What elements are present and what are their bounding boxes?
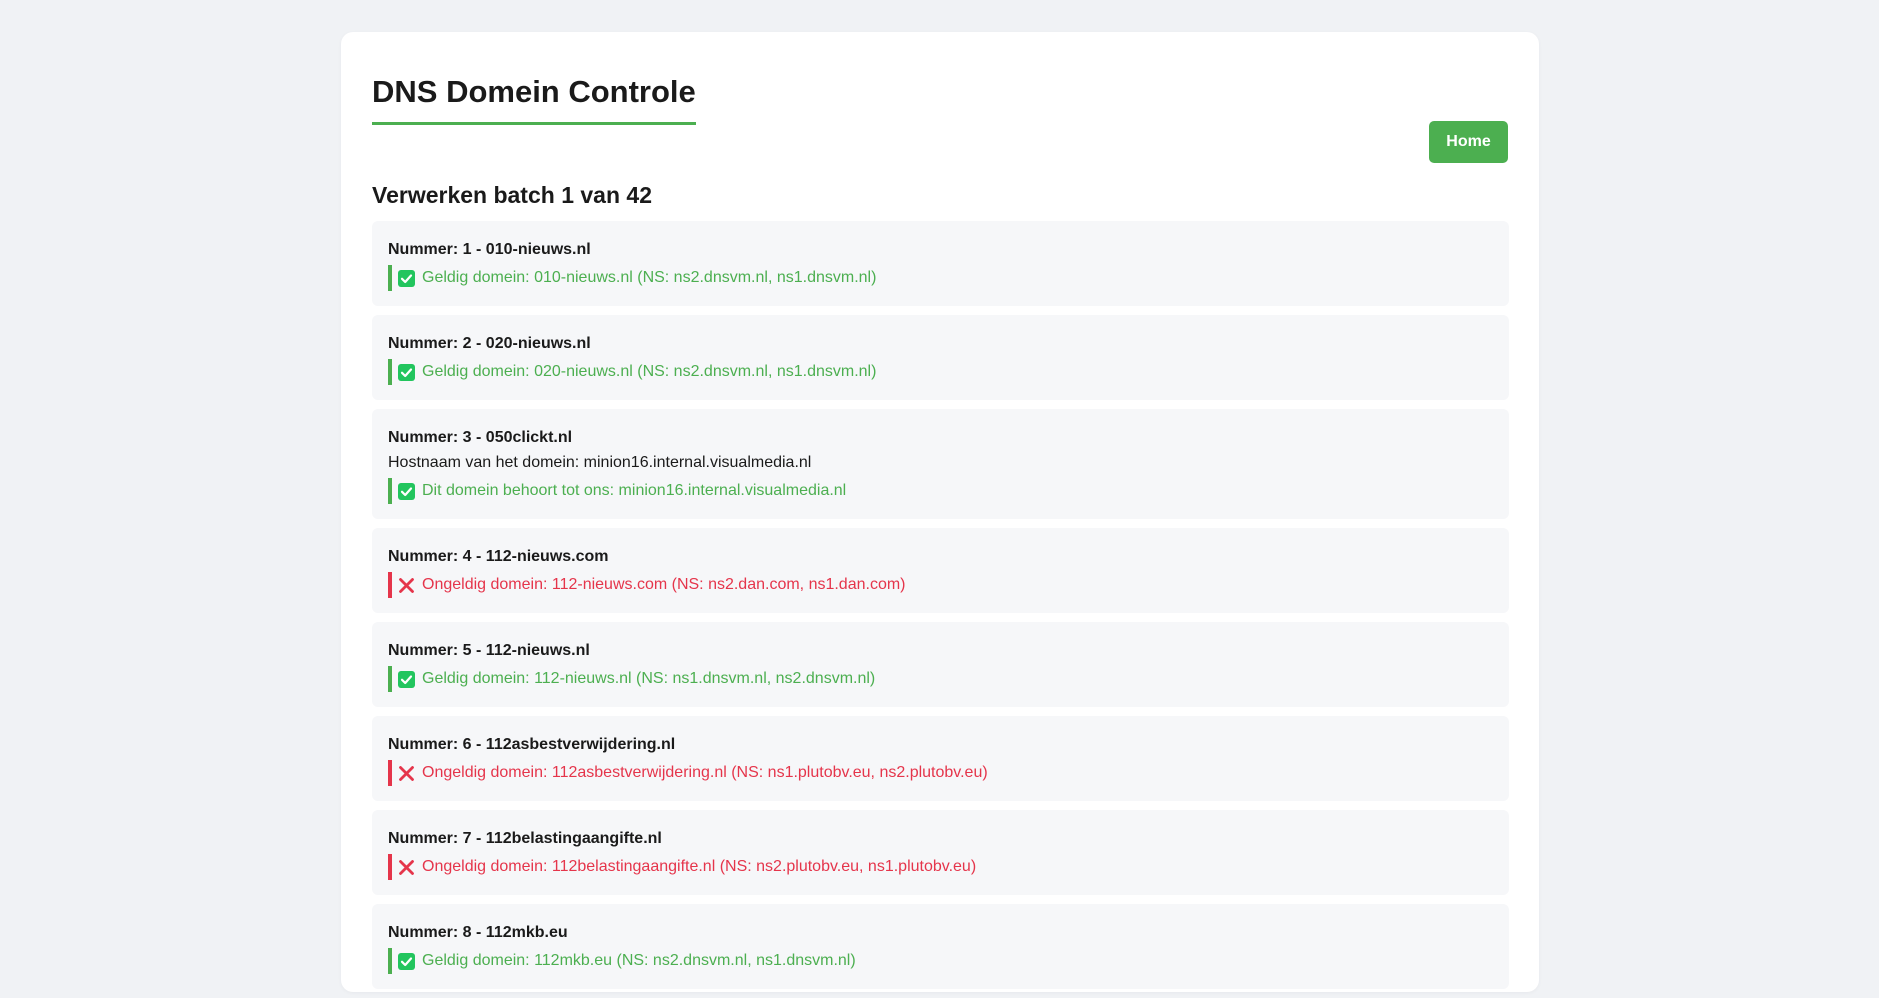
home-button[interactable]: Home [1429,121,1508,163]
domain-item-title: Nummer: 5 - 112-nieuws.nl [388,642,590,659]
invalid-domain-result: Ongeldig domein: 112belastingaangifte.nl… [388,854,1493,880]
domain-result-item: Nummer: 3 - 050clickt.nl Hostnaam van het… [372,409,1509,519]
valid-domain-result: Geldig domein: 010-nieuws.nl (NS: ns2.dn… [388,265,1493,291]
domain-result-item: Nummer: 5 - 112-nieuws.nl Geldig domein: … [372,622,1509,707]
domain-item-title: Nummer: 1 - 010-nieuws.nl [388,241,591,258]
page-header: DNS Domein Controle Home [372,72,1508,163]
domain-item-title: Nummer: 7 - 112belastingaangifte.nl [388,830,662,847]
domain-result-item: Nummer: 2 - 020-nieuws.nl Geldig domein: … [372,315,1509,400]
domain-result-message: Geldig domein: 020-nieuws.nl (NS: ns2.dn… [422,363,877,380]
domain-result-message: Ongeldig domein: 112asbestverwijdering.n… [422,764,988,781]
check-icon [398,952,415,970]
domain-result-item: Nummer: 4 - 112-nieuws.com Ongeldig domei… [372,528,1509,613]
invalid-domain-result: Ongeldig domein: 112-nieuws.com (NS: ns2… [388,572,1493,598]
check-icon [398,269,415,287]
check-icon [398,670,415,688]
main-card: DNS Domein Controle Home Verwerken batch… [341,32,1539,992]
domain-item-title: Nummer: 4 - 112-nieuws.com [388,548,609,565]
valid-domain-result: Geldig domein: 112-nieuws.nl (NS: ns1.dn… [388,666,1493,692]
domain-item-title: Nummer: 8 - 112mkb.eu [388,924,568,941]
invalid-domain-result: Ongeldig domein: 112asbestverwijdering.n… [388,760,1493,786]
batch-title: Verwerken batch 1 van 42 [372,182,652,208]
domain-result-message: Geldig domein: 112mkb.eu (NS: ns2.dnsvm.… [422,952,856,969]
check-icon [398,363,415,381]
domain-item-title: Nummer: 2 - 020-nieuws.nl [388,335,591,352]
domain-item-title: Nummer: 6 - 112asbestverwijdering.nl [388,736,676,753]
domain-result-item: Nummer: 7 - 112belastingaangifte.nl Ongel… [372,810,1509,895]
domain-result-message: Ongeldig domein: 112belastingaangifte.nl… [422,858,977,875]
cross-icon [398,577,415,594]
domain-result-message: Geldig domein: 112-nieuws.nl (NS: ns1.dn… [422,670,876,687]
page-title: DNS Domein Controle [372,72,696,125]
domain-result-message: Ongeldig domein: 112-nieuws.com (NS: ns2… [422,576,906,593]
domain-result-list: Nummer: 1 - 010-nieuws.nl Geldig domein: … [372,221,1509,998]
cross-icon [398,859,415,876]
domain-result-item: Nummer: 8 - 112mkb.eu Geldig domein: 112m… [372,904,1509,989]
domain-result-item: Nummer: 1 - 010-nieuws.nl Geldig domein: … [372,221,1509,306]
domain-result-item: Nummer: 6 - 112asbestverwijdering.nl Onge… [372,716,1509,801]
valid-domain-result: Dit domein behoort tot ons: minion16.int… [388,478,1493,504]
valid-domain-result: Geldig domein: 020-nieuws.nl (NS: ns2.dn… [388,359,1493,385]
check-icon [398,482,415,500]
domain-hostname: Hostnaam van het domein: minion16.intern… [388,454,812,471]
domain-result-message: Geldig domein: 010-nieuws.nl (NS: ns2.dn… [422,269,877,286]
valid-domain-result: Geldig domein: 112mkb.eu (NS: ns2.dnsvm.… [388,948,1493,974]
cross-icon [398,765,415,782]
domain-item-title: Nummer: 3 - 050clickt.nl [388,429,573,446]
domain-result-message: Dit domein behoort tot ons: minion16.int… [422,482,847,499]
